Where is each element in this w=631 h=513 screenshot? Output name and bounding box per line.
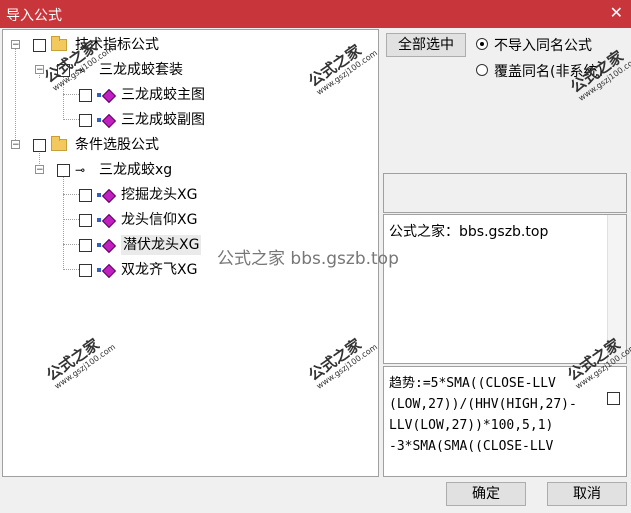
skip-same-name-label: 不导入同名公式: [494, 38, 592, 54]
formula-icon: [101, 188, 117, 204]
select-all-button[interactable]: 全部选中: [386, 33, 466, 57]
tree-node-label: 挖掘龙头XG: [121, 187, 198, 203]
bullet-icon: [97, 193, 101, 197]
window-title: 导入公式: [6, 8, 62, 24]
checkbox[interactable]: [33, 139, 46, 152]
checkbox[interactable]: [79, 264, 92, 277]
description-text: 公式之家：bbs.gszb.top: [389, 224, 549, 240]
checkbox[interactable]: [79, 214, 92, 227]
key-icon: ⊸: [75, 163, 86, 177]
formula-icon: [101, 238, 117, 254]
tree-node-label: 双龙齐飞XG: [121, 262, 198, 278]
formula-icon: [101, 88, 117, 104]
checkbox[interactable]: [79, 114, 92, 127]
tree-node-label: 三龙成蛟副图: [121, 112, 205, 128]
tree-node-label: 潜伏龙头XG: [121, 235, 202, 255]
folder-icon: [51, 36, 67, 51]
collapse-icon[interactable]: −: [35, 165, 44, 175]
tree-node-label: 三龙成蛟套装: [99, 62, 183, 78]
bullet-icon: [97, 243, 101, 247]
checkbox[interactable]: [79, 189, 92, 202]
checkbox[interactable]: [33, 39, 46, 52]
name-field[interactable]: [383, 173, 627, 213]
bullet-icon: [97, 118, 101, 122]
code-line: -3*SMA(SMA((CLOSE-LLV: [389, 439, 554, 454]
close-icon[interactable]: ✕: [610, 3, 623, 22]
code-line: (LOW,27))/(HHV(HIGH,27)-: [389, 397, 577, 412]
formula-icon: [101, 263, 117, 279]
checkbox[interactable]: [607, 392, 620, 405]
bullet-icon: [97, 93, 101, 97]
code-line: LLV(LOW,27))*100,5,1): [389, 418, 554, 433]
ok-button[interactable]: 确定: [446, 482, 526, 506]
checkbox[interactable]: [79, 89, 92, 102]
collapse-icon[interactable]: −: [11, 140, 20, 150]
cancel-button[interactable]: 取消: [547, 482, 627, 506]
code-line: 趋势:=5*SMA((CLOSE-LLV: [389, 376, 556, 391]
description-box: 公式之家：bbs.gszb.top: [383, 214, 627, 364]
center-watermark: 公式之家 bbs.gszb.top: [217, 249, 399, 269]
bullet-icon: [97, 268, 101, 272]
collapse-icon[interactable]: −: [11, 40, 20, 50]
folder-icon: [51, 136, 67, 151]
skip-same-name-radio[interactable]: [476, 38, 488, 50]
bullet-icon: [97, 218, 101, 222]
title-bar: 导入公式 ✕: [0, 0, 631, 28]
overwrite-radio[interactable]: [476, 64, 488, 76]
formula-icon: [101, 113, 117, 129]
checkbox[interactable]: [79, 239, 92, 252]
tree-node-label: 条件选股公式: [75, 137, 159, 153]
tree-node-label: 三龙成蛟xg: [99, 162, 173, 178]
checkbox[interactable]: [57, 164, 70, 177]
formula-icon: [101, 213, 117, 229]
tree-node-label: 龙头信仰XG: [121, 212, 198, 228]
tree-node-label: 三龙成蛟主图: [121, 87, 205, 103]
